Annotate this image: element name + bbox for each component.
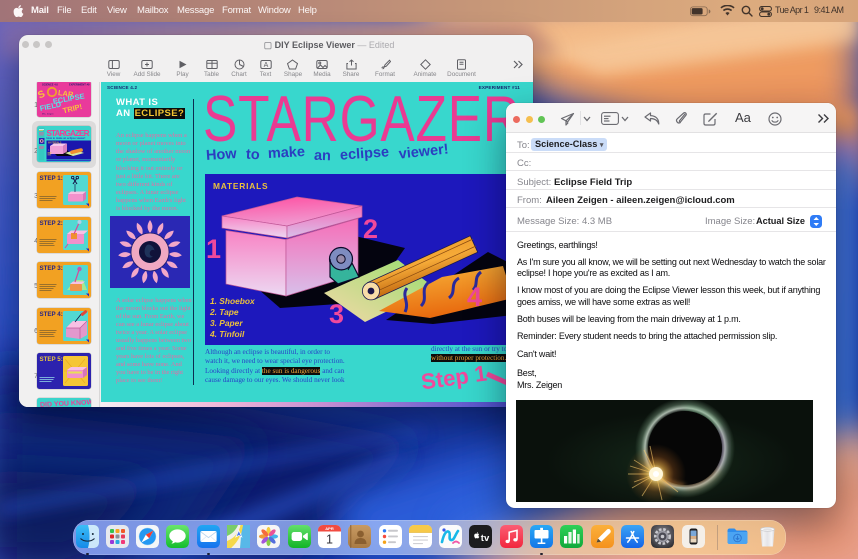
svg-text:2: 2 (363, 214, 378, 244)
svg-text:MATERIALS: MATERIALS (213, 181, 268, 191)
svg-text:APR: APR (325, 526, 334, 531)
svg-text:tv: tv (481, 532, 490, 543)
svg-text:EXPERIMENT #9: EXPERIMENT #9 (69, 83, 90, 87)
svg-text:4. Tinfoil: 4. Tinfoil (209, 329, 245, 339)
svg-text:S: S (37, 89, 47, 102)
svg-text:STEP 4:: STEP 4: (40, 311, 63, 318)
svg-text:SCIENCE 4.0: SCIENCE 4.0 (42, 83, 58, 87)
svg-text:3. Paper: 3. Paper (210, 318, 243, 328)
svg-text:A: A (263, 62, 268, 69)
svg-text:STEP 1:: STEP 1: (40, 175, 63, 182)
svg-text:STEP 5:: STEP 5: (40, 356, 63, 363)
svg-text:FIELD: FIELD (39, 99, 63, 112)
svg-text:4: 4 (467, 282, 482, 312)
svg-text:1. Shoebox: 1. Shoebox (210, 296, 255, 306)
svg-text:3: 3 (329, 299, 344, 329)
svg-text:2. Tape: 2. Tape (209, 307, 239, 317)
svg-text:Mrs. Zeigen: Mrs. Zeigen (42, 113, 54, 116)
svg-text:How to make an eclipse viewer!: How to make an eclipse viewer! (47, 136, 86, 140)
svg-text:1: 1 (206, 234, 221, 264)
svg-text:1: 1 (326, 532, 333, 546)
svg-text:STEP 3:: STEP 3: (40, 265, 63, 272)
svg-text:DID YOU KNOW: DID YOU KNOW (40, 399, 91, 407)
svg-text:STEP 2:: STEP 2: (40, 220, 63, 227)
